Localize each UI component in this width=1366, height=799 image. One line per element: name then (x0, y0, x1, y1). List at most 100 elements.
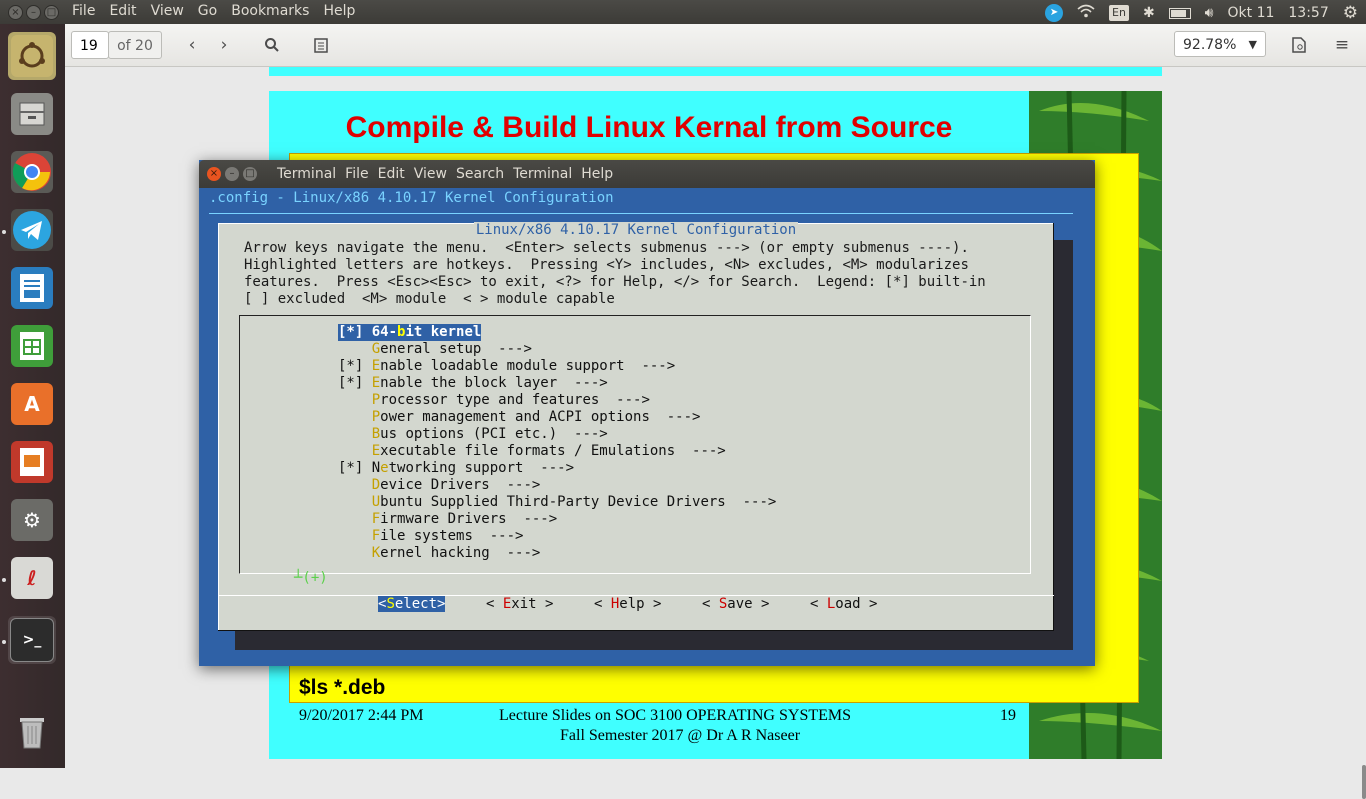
terminal-minimize-button[interactable]: – (225, 167, 239, 181)
menu-item-label: Kernel hacking ---> (371, 545, 541, 561)
system-tray: ➤ En ✱ 🔊︎ Okt 11 13:57 ⚙ (1045, 3, 1358, 23)
menu-item[interactable]: File systems ---> (338, 528, 524, 545)
menu-item[interactable]: Firmware Drivers ---> (338, 511, 557, 528)
previous-page-button[interactable]: ‹ (177, 31, 207, 59)
menu-item[interactable]: General setup ---> (338, 341, 532, 358)
viewer-toolbar: 19 of 20 ‹ › 92.78% ▼ ≡ (65, 24, 1366, 67)
zoom-select[interactable]: 92.78% ▼ (1174, 31, 1266, 57)
menu-item-checkbox (338, 528, 372, 544)
terminal-menu-terminal-title[interactable]: Terminal (277, 166, 336, 182)
maximize-window-icon[interactable]: □ (44, 5, 59, 20)
menu-item-checkbox: [*] (338, 358, 372, 374)
terminal-menu-file[interactable]: File (345, 166, 368, 182)
menu-edit[interactable]: Edit (109, 3, 136, 19)
pdf-viewer-launcher-button[interactable]: ℓ (8, 554, 56, 602)
menu-help[interactable]: Help (323, 3, 355, 19)
date-label[interactable]: Okt 11 (1228, 5, 1275, 21)
menu-item[interactable]: Bus options (PCI etc.) ---> (338, 426, 608, 443)
menu-item-label: 64-bit kernel (371, 324, 482, 340)
page-total-label: of 20 (108, 31, 162, 59)
hotkey-letter: D (371, 477, 381, 493)
menu-item-label: File systems ---> (371, 528, 524, 544)
volume-icon[interactable]: 🔊︎ (1205, 5, 1214, 21)
dialog-button[interactable]: <Select> (378, 596, 446, 612)
slide-footer-line1: Lecture Slides on SOC 3100 OPERATING SYS… (499, 707, 852, 724)
menu-item-checkbox (338, 443, 372, 459)
hotkey-letter: B (371, 426, 381, 442)
menu-item[interactable]: Ubuntu Supplied Third-Party Device Drive… (338, 494, 777, 511)
search-button[interactable] (257, 31, 287, 59)
terminal-menu-view[interactable]: View (414, 166, 447, 182)
menu-view[interactable]: View (151, 3, 184, 19)
minimize-window-icon[interactable]: – (26, 5, 41, 20)
software-center-launcher-button[interactable]: A (8, 380, 56, 428)
chrome-launcher-button[interactable] (8, 148, 56, 196)
menu-go[interactable]: Go (198, 3, 217, 19)
terminal-menu-help[interactable]: Help (581, 166, 613, 182)
hotkey-letter: U (371, 494, 381, 510)
top-panel: × – □ File Edit View Go Bookmarks Help ➤… (0, 0, 1366, 24)
terminal-icon: >_ (10, 618, 54, 662)
calc-launcher-button[interactable] (8, 322, 56, 370)
telegram-tray-icon[interactable]: ➤ (1045, 4, 1064, 22)
gear-icon[interactable]: ⚙ (1343, 3, 1358, 23)
vertical-scrollbar[interactable] (1362, 765, 1366, 799)
menu-item[interactable]: Processor type and features ---> (338, 392, 650, 409)
terminal-body[interactable]: .config - Linux/x86 4.10.17 Kernel Confi… (199, 188, 1095, 666)
slide-footer-line2: Fall Semester 2017 @ Dr A R Naseer (560, 727, 801, 744)
trash-launcher-button[interactable] (8, 708, 56, 756)
slide-title: Compile & Build Linux Kernal from Source (345, 111, 953, 144)
settings-icon: ⚙ (11, 499, 53, 541)
dialog-button[interactable]: < Exit > (486, 596, 553, 612)
keyboard-layout-indicator[interactable]: En (1109, 5, 1129, 21)
dialog-button[interactable]: < Load > (810, 596, 877, 612)
terminal-menubar: Terminal File Edit View Search Terminal … (277, 166, 613, 182)
clipboard-icon (314, 38, 328, 53)
terminal-maximize-button[interactable]: □ (243, 167, 257, 181)
document-properties-button[interactable] (1284, 31, 1314, 59)
telegram-launcher-button[interactable] (8, 206, 56, 254)
writer-launcher-button[interactable] (8, 264, 56, 312)
terminal-close-button[interactable]: × (207, 167, 221, 181)
menu-item[interactable]: [*] Enable the block layer ---> (338, 375, 608, 392)
terminal-menu-terminal[interactable]: Terminal (513, 166, 572, 182)
hamburger-menu-button[interactable]: ≡ (1327, 31, 1357, 59)
running-indicator (2, 230, 6, 234)
menu-item[interactable]: Kernel hacking ---> (338, 545, 541, 562)
menu-item-checkbox (338, 426, 372, 442)
files-launcher-button[interactable] (8, 90, 56, 138)
ubuntu-dash-button[interactable] (8, 32, 56, 80)
menu-item[interactable]: [*] Enable loadable module support ---> (338, 358, 675, 375)
menu-item[interactable]: Device Drivers ---> (338, 477, 541, 494)
terminal-titlebar[interactable]: × – □ Terminal File Edit View Search Ter… (199, 160, 1095, 188)
menu-bookmarks[interactable]: Bookmarks (231, 3, 309, 19)
battery-icon[interactable] (1168, 7, 1191, 19)
terminal-menu-edit[interactable]: Edit (378, 166, 405, 182)
hamburger-menu-icon: ≡ (1334, 35, 1350, 55)
menu-item[interactable]: Executable file formats / Emulations ---… (338, 443, 726, 460)
dialog-button[interactable]: < Save > (702, 596, 769, 612)
next-page-button[interactable]: › (209, 31, 239, 59)
dialog-button[interactable]: < Help > (594, 596, 661, 612)
system-settings-launcher-button[interactable]: ⚙ (8, 496, 56, 544)
terminal-menu-search[interactable]: Search (456, 166, 504, 182)
menu-item-checkbox (338, 392, 372, 408)
menu-item[interactable]: Power management and ACPI options ---> (338, 409, 701, 426)
terminal-window[interactable]: × – □ Terminal File Edit View Search Ter… (199, 160, 1095, 666)
menu-item[interactable]: [*] Networking support ---> (338, 460, 574, 477)
menu-item[interactable]: [*] 64-bit kernel (338, 324, 482, 341)
zoom-value: 92.78% (1183, 37, 1237, 53)
menu-item-label: Enable loadable module support ---> (371, 358, 676, 374)
page-number-input[interactable]: 19 (71, 31, 109, 59)
running-indicator (2, 640, 6, 644)
wifi-icon[interactable] (1077, 4, 1095, 22)
clock-label[interactable]: 13:57 (1288, 5, 1328, 21)
close-window-icon[interactable]: × (8, 5, 23, 20)
menu-file[interactable]: File (72, 3, 95, 19)
annotations-button[interactable] (306, 31, 336, 59)
bluetooth-icon[interactable]: ✱ (1143, 5, 1155, 21)
hotkey-letter: F (371, 511, 381, 527)
dialog-title: Linux/x86 4.10.17 Kernel Configuration (218, 222, 1054, 238)
terminal-launcher-button[interactable]: >_ (8, 616, 56, 664)
impress-launcher-button[interactable] (8, 438, 56, 486)
